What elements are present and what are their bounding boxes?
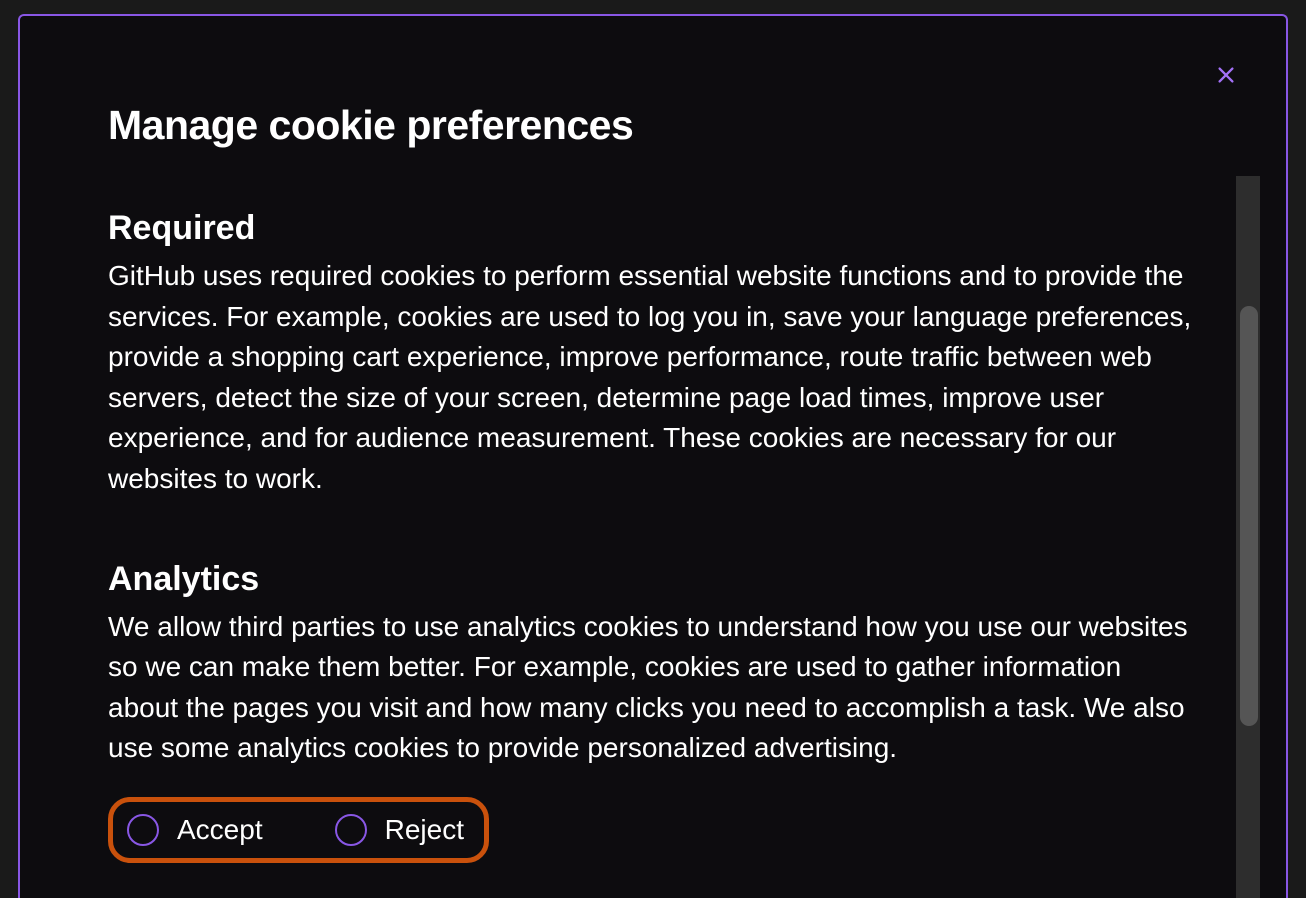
radio-circle-icon: [127, 814, 159, 846]
radio-reject-label: Reject: [385, 814, 464, 846]
modal-title: Manage cookie preferences: [108, 102, 1198, 149]
cookie-preferences-modal: Manage cookie preferences Required GitHu…: [18, 14, 1288, 898]
radio-circle-icon: [335, 814, 367, 846]
section-heading-required: Required: [108, 209, 1198, 248]
radio-accept[interactable]: Accept: [127, 814, 263, 846]
section-analytics: Analytics We allow third parties to use …: [108, 560, 1198, 863]
section-body-analytics: We allow third parties to use analytics …: [108, 607, 1198, 769]
modal-content: Manage cookie preferences Required GitHu…: [20, 16, 1286, 898]
section-heading-analytics: Analytics: [108, 560, 1198, 599]
analytics-radio-group: Accept Reject: [108, 797, 489, 863]
section-body-required: GitHub uses required cookies to perform …: [108, 256, 1198, 500]
scrollbar-thumb[interactable]: [1240, 306, 1258, 726]
scrollbar-track[interactable]: [1236, 176, 1260, 898]
section-required: Required GitHub uses required cookies to…: [108, 209, 1198, 500]
radio-reject[interactable]: Reject: [335, 814, 464, 846]
radio-accept-label: Accept: [177, 814, 263, 846]
